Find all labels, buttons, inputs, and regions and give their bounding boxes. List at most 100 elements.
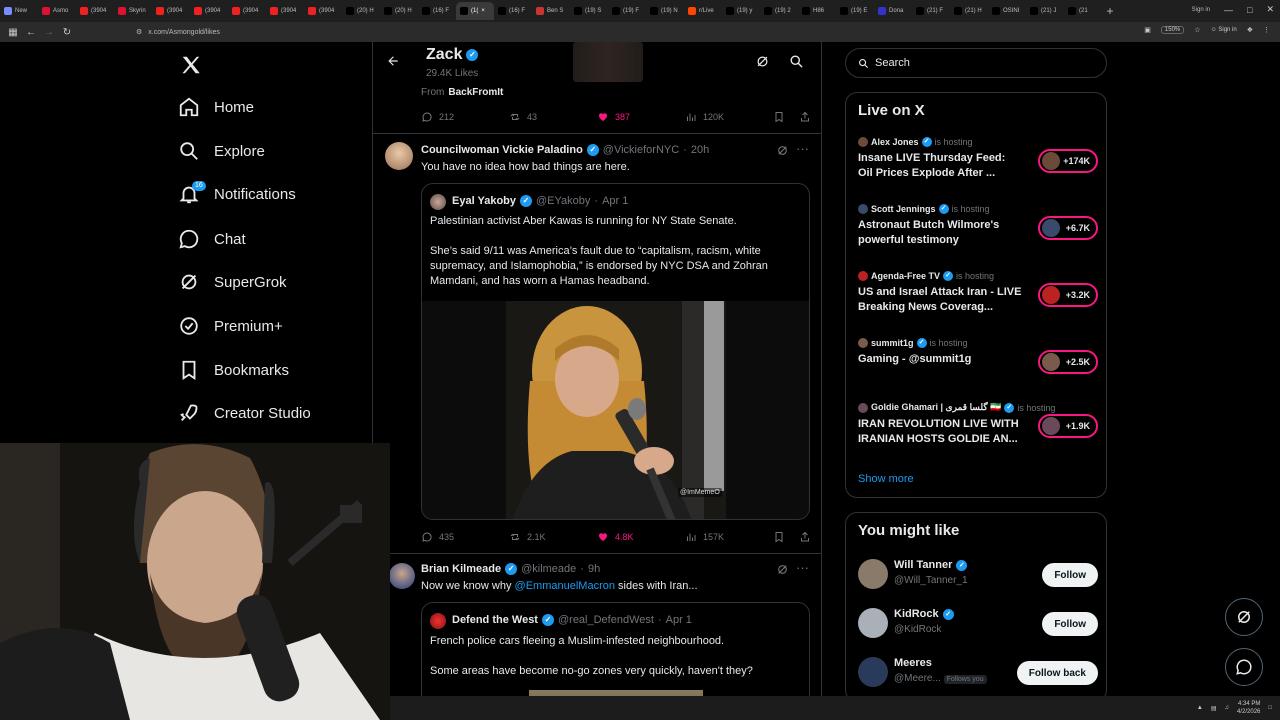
follow-button[interactable]: Follow <box>1042 612 1098 636</box>
listener-pill[interactable]: +174K <box>1038 149 1098 173</box>
extensions-icon[interactable]: ❖ <box>1247 26 1253 34</box>
browser-tab[interactable]: (16) F <box>494 2 532 20</box>
browser-tab[interactable]: r/Live <box>684 2 722 20</box>
listener-pill[interactable]: +3.2K <box>1038 283 1098 307</box>
bookmark-icon[interactable] <box>773 531 785 543</box>
author-name[interactable]: Brian Kilmeade <box>421 563 501 575</box>
views-button[interactable]: 120K <box>685 111 773 123</box>
live-item[interactable]: Alex Jones ✓ is hosting Insane LIVE Thursda… <box>858 137 1098 181</box>
live-item[interactable]: Goldie Ghamari | گلسا قمری 🇮🇷 ✓ is hosting… <box>858 402 1098 447</box>
tray-chevron-icon[interactable]: ▲ <box>1197 705 1203 711</box>
listener-pill[interactable]: +6.7K <box>1038 216 1098 240</box>
browser-tab[interactable]: (19) N <box>646 2 684 20</box>
views-button[interactable]: 157K <box>685 531 773 543</box>
x-logo-icon[interactable] <box>180 54 202 76</box>
menu-icon[interactable]: ⋮ <box>1263 26 1270 34</box>
star-icon[interactable]: ☆ <box>1194 26 1200 34</box>
browser-tab[interactable]: (3904 <box>76 2 114 20</box>
browser-tab[interactable]: (3904 <box>304 2 342 20</box>
more-options-icon[interactable]: ··· <box>796 141 809 156</box>
clock[interactable]: 4:34 PM 4/2/2026 <box>1237 700 1260 716</box>
quoted-photo[interactable]: @ImMemeO <box>422 301 809 519</box>
search-input[interactable]: Search <box>845 48 1107 78</box>
network-icon[interactable]: ▤ <box>1211 705 1217 712</box>
reload-icon[interactable]: ↻ <box>58 27 76 38</box>
tab-close-icon[interactable]: × <box>481 8 485 14</box>
quoted-tweet[interactable]: Defend the West ✓ @real_DefendWest · Apr… <box>421 602 810 696</box>
live-item[interactable]: Agenda-Free TV ✓ is hosting US and Israel A… <box>858 271 1098 315</box>
browser-tab[interactable]: Skyrin <box>114 2 152 20</box>
author-name[interactable]: Councilwoman Vickie Paladino <box>421 144 583 156</box>
zoom-badge[interactable]: 150% <box>1160 26 1185 34</box>
tweet-time[interactable]: 20h <box>691 144 709 156</box>
grok-icon[interactable] <box>776 144 789 157</box>
nav-item-explore[interactable]: Explore <box>178 136 265 166</box>
nav-item-supergrok[interactable]: SuperGrok <box>178 267 287 297</box>
author-handle[interactable]: @kilmeade <box>521 563 576 575</box>
new-tab-button[interactable]: + <box>1102 4 1118 18</box>
browser-tab[interactable]: (21) H <box>950 2 988 20</box>
notification-icon[interactable]: □ <box>1268 705 1272 711</box>
sign-in-link[interactable]: Sign in <box>1192 7 1210 13</box>
browser-tab[interactable]: Ben S <box>532 2 570 20</box>
grok-fab[interactable] <box>1225 598 1263 636</box>
search-icon[interactable] <box>789 54 804 69</box>
nav-item-home[interactable]: Home <box>178 92 254 122</box>
reposts-button[interactable]: 43 <box>509 111 597 123</box>
share-icon[interactable] <box>799 111 811 123</box>
likes-button[interactable]: 387 <box>597 111 685 123</box>
bookmark-icon[interactable] <box>773 111 785 123</box>
browser-tab[interactable]: (19) y <box>722 2 760 20</box>
nav-item-notifications[interactable]: 16 Notifications <box>178 179 296 209</box>
url-field[interactable]: ⚙ x.com/Asmongold/likes <box>136 28 220 37</box>
browser-tab[interactable]: (3904 <box>266 2 304 20</box>
refresh-icon[interactable] <box>755 54 770 69</box>
replies-button[interactable]: 435 <box>421 531 509 543</box>
browser-tab[interactable]: (21) J <box>1026 2 1064 20</box>
browser-tab[interactable]: (19) E <box>836 2 874 20</box>
nav-item-chat[interactable]: Chat <box>178 224 246 254</box>
nav-item-premium[interactable]: Premium+ <box>178 311 283 341</box>
show-more-link[interactable]: Show more <box>858 473 914 485</box>
replies-button[interactable]: 212 <box>421 111 509 123</box>
quoted-tweet[interactable]: Eyal Yakoby ✓ @EYakoby · Apr 1 Palestini… <box>421 183 810 520</box>
browser-tab[interactable]: (3904 <box>228 2 266 20</box>
avatar[interactable] <box>858 559 888 589</box>
reposts-button[interactable]: 2.1K <box>509 531 597 543</box>
forward-icon[interactable]: → <box>40 27 58 38</box>
follow-button[interactable]: Follow back <box>1016 661 1098 685</box>
author-handle[interactable]: @VickieforNYC <box>603 144 679 156</box>
browser-tab[interactable]: (3904 <box>190 2 228 20</box>
likes-button[interactable]: 4.8K <box>597 531 685 543</box>
follow-suggestion[interactable]: KidRock ✓ @KidRock Follow <box>858 606 1098 646</box>
follow-button[interactable]: Follow <box>1042 563 1098 587</box>
browser-tab[interactable]: (19) S <box>570 2 608 20</box>
back-icon[interactable]: ← <box>22 27 40 38</box>
sidebar-toggle-icon[interactable]: ▦ <box>4 27 22 38</box>
browser-tab[interactable]: (21) F <box>912 2 950 20</box>
browser-tab[interactable]: (20) H <box>342 2 380 20</box>
browser-tab[interactable]: (21 <box>1064 2 1102 20</box>
browser-tab[interactable]: (3904 <box>152 2 190 20</box>
browser-tab[interactable]: New <box>0 2 38 20</box>
sign-in-button[interactable]: ☺ Sign in <box>1211 27 1237 33</box>
volume-icon[interactable]: ♫ <box>1225 705 1230 711</box>
source-link[interactable]: BackFromIt <box>448 87 503 98</box>
nav-item-bookmarks[interactable]: Bookmarks <box>178 355 289 385</box>
suggestion-name[interactable]: KidRock ✓ <box>894 608 954 620</box>
share-icon[interactable] <box>799 531 811 543</box>
screen-icon[interactable]: ▣ <box>1144 26 1151 34</box>
avatar[interactable] <box>858 657 888 687</box>
browser-tab[interactable]: (19) F <box>608 2 646 20</box>
suggestion-name[interactable]: Meeres <box>894 657 932 669</box>
browser-tab[interactable]: H86 <box>798 2 836 20</box>
browser-tab[interactable]: (16) F <box>418 2 456 20</box>
browser-tab[interactable]: (19) 2 <box>760 2 798 20</box>
browser-tab[interactable]: (20) H <box>380 2 418 20</box>
tweet-time[interactable]: 9h <box>588 563 600 575</box>
avatar[interactable] <box>389 563 415 589</box>
browser-tab[interactable]: OSINI <box>988 2 1026 20</box>
site-info-icon[interactable]: ⚙ <box>136 28 142 36</box>
listener-pill[interactable]: +1.9K <box>1038 414 1098 438</box>
avatar[interactable] <box>858 608 888 638</box>
